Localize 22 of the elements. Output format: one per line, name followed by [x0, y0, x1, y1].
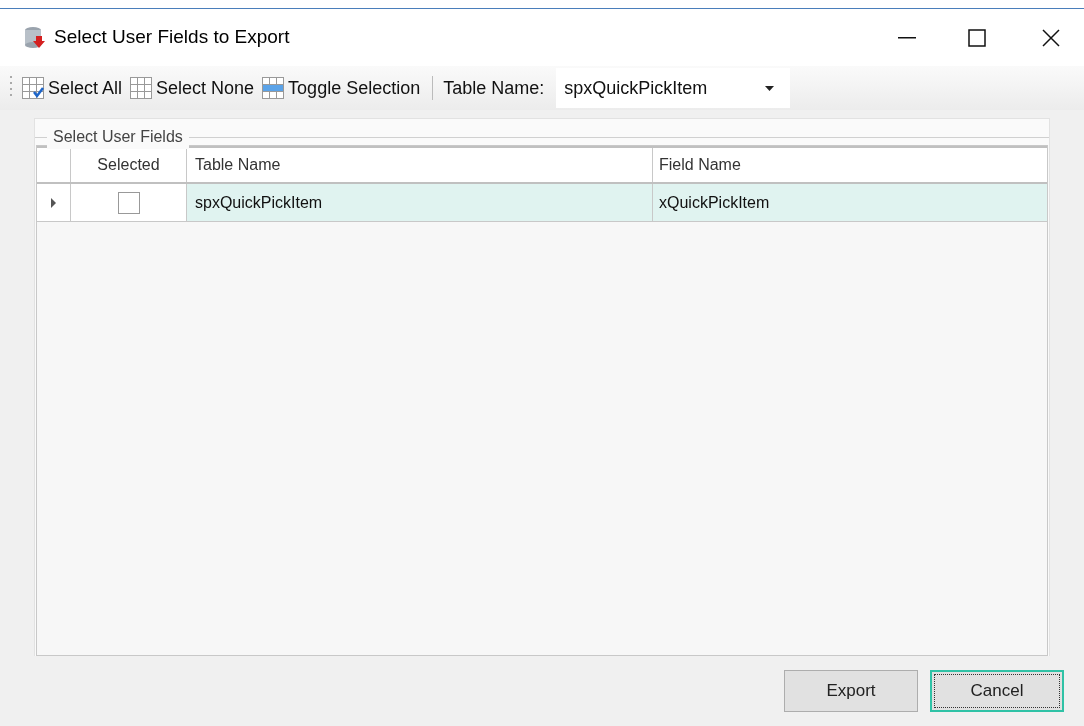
window-title: Select User Fields to Export — [54, 25, 290, 50]
table-cell: xQuickPickItem — [653, 184, 1047, 221]
dialog-button[interactable]: Cancel — [930, 670, 1064, 712]
grid-highlight-icon — [262, 77, 285, 99]
dropdown-caret-icon — [765, 85, 775, 91]
close-icon — [1042, 28, 1060, 47]
table-name-label: Table Name: — [443, 76, 545, 100]
toolbar-button[interactable]: Toggle Selection — [260, 71, 423, 105]
table-cell: spxQuickPickItem — [187, 184, 653, 221]
grid-check-icon — [22, 77, 44, 99]
maximize-icon — [968, 28, 986, 47]
database-export-icon — [24, 25, 46, 50]
column-header[interactable]: Selected — [71, 148, 187, 182]
toolbar-button[interactable]: Select All — [20, 71, 125, 105]
column-header[interactable]: Field Name — [653, 148, 1047, 182]
minimize-icon — [898, 36, 916, 39]
toolbar-button[interactable]: Select None — [128, 71, 257, 105]
column-header[interactable]: Table Name — [187, 148, 653, 182]
checkbox[interactable] — [117, 191, 140, 214]
dialog-button[interactable]: Export — [784, 670, 918, 712]
table-name-dropdown[interactable]: spxQuickPickItem — [556, 68, 791, 108]
grid-icon — [130, 77, 153, 99]
